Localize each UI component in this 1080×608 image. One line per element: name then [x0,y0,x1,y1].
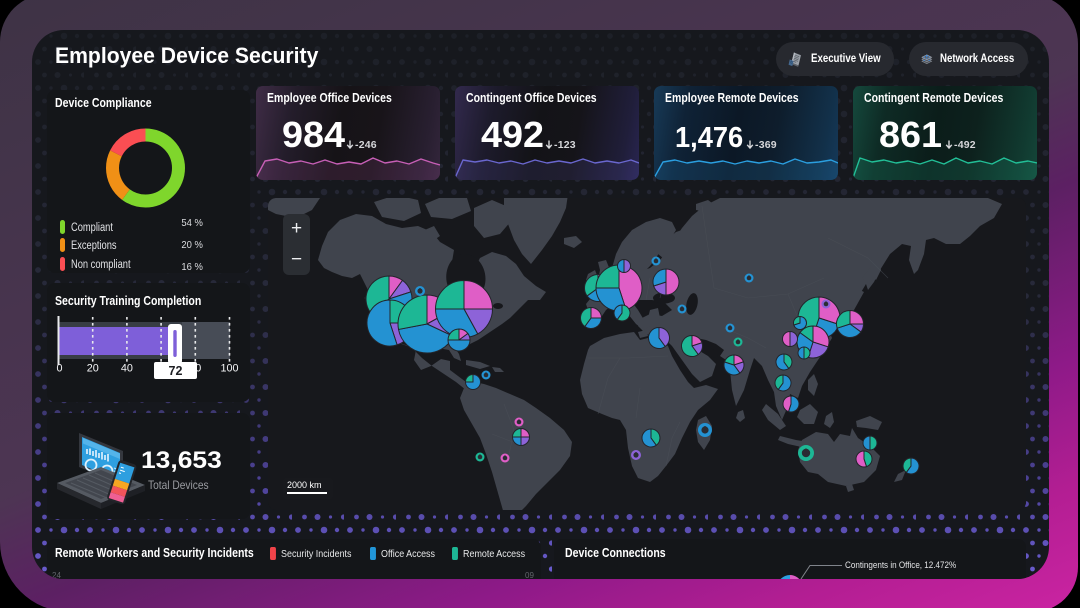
svg-text:40: 40 [121,363,133,375]
svg-text:0: 0 [56,363,62,375]
svg-text:100: 100 [220,363,238,375]
svg-text:72: 72 [169,364,183,378]
svg-text:20: 20 [87,363,99,375]
